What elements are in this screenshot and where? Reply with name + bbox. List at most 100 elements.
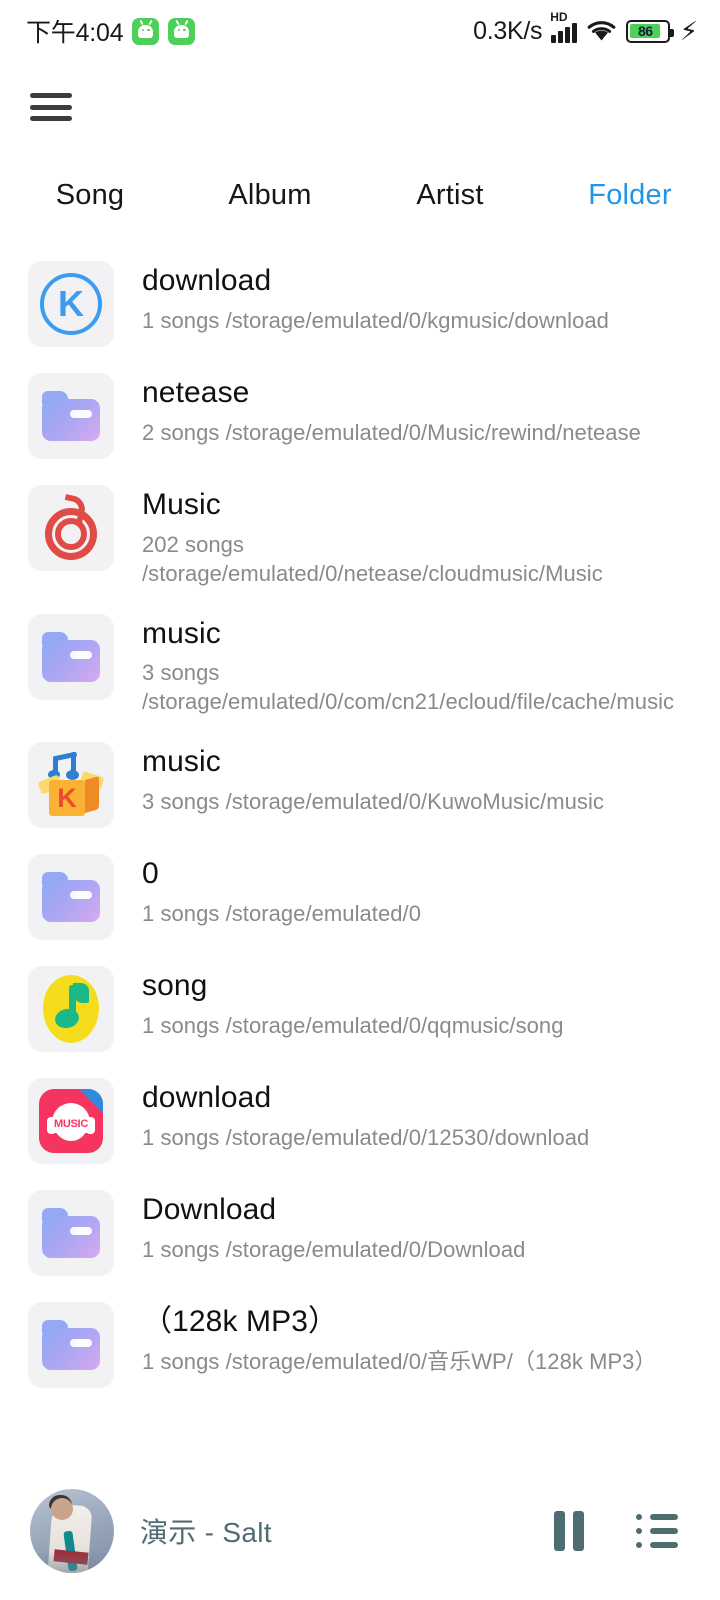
wifi-icon <box>586 19 617 43</box>
status-bar-left: 下午4:04 <box>26 13 196 49</box>
folder-name: Music <box>142 488 221 521</box>
folder-song-count: 3 songs <box>142 788 220 814</box>
folder-icon <box>42 1320 100 1371</box>
folder-info: music 3 songs /storage/emulated/0/com/cn… <box>114 614 720 717</box>
list-item[interactable]: （128k MP3） 1 songs /storage/emulated/0/音… <box>0 1289 720 1401</box>
folder-name: download <box>142 264 272 297</box>
folder-icon <box>42 872 100 923</box>
folder-name: music <box>142 616 221 650</box>
player-controls <box>554 1511 678 1551</box>
tab-album[interactable]: Album <box>180 179 360 212</box>
list-item[interactable]: netease 2 songs /storage/emulated/0/Musi… <box>0 360 720 472</box>
android-robot-icon <box>132 17 160 45</box>
folder-name: （128k MP3） <box>142 1305 339 1339</box>
folder-song-count: 202 songs <box>142 531 244 557</box>
folder-path: /storage/emulated/0/Music/rewind/netease <box>225 419 641 445</box>
folder-meta: 3 songs /storage/emulated/0/KuwoMusic/mu… <box>142 787 604 816</box>
folder-thumbnail <box>28 613 114 700</box>
app-screen: 下午4:04 0.3K/s HD 86 ⚡ Song Album Artist … <box>0 0 720 1600</box>
folder-meta: 2 songs /storage/emulated/0/Music/rewind… <box>142 418 641 447</box>
battery-level-label: 86 <box>630 23 661 39</box>
folder-info: netease 2 songs /storage/emulated/0/Musi… <box>114 373 663 447</box>
kugou-app-icon: K <box>40 273 102 335</box>
hamburger-menu-icon[interactable] <box>30 92 72 122</box>
android-robot-icon-2 <box>168 17 196 45</box>
folder-thumbnail: MUSIC <box>28 1078 114 1165</box>
folder-name: music <box>142 745 221 779</box>
list-item[interactable]: music 3 songs /storage/emulated/0/com/cn… <box>0 601 720 730</box>
folder-path: /storage/emulated/0/com/cn21/ecloud/file… <box>142 689 675 715</box>
music12530-app-icon: MUSIC <box>39 1089 103 1154</box>
list-item[interactable]: MUSIC download 1 songs /storage/emulated… <box>0 1065 720 1177</box>
folder-path: /storage/emulated/0 <box>225 900 421 926</box>
folder-song-count: 1 songs <box>142 1124 220 1150</box>
battery-icon: 86 <box>625 19 674 43</box>
folder-info: Music 202 songs /storage/emulated/0/nete… <box>114 485 720 588</box>
folder-meta: 1 songs /storage/emulated/0/Download <box>142 1235 525 1264</box>
folder-thumbnail <box>28 1302 114 1389</box>
folder-thumbnail <box>28 373 114 459</box>
folder-path: /storage/emulated/0/12530/download <box>225 1124 590 1150</box>
folder-thumbnail <box>28 966 114 1053</box>
folder-song-count: 1 songs <box>142 1348 220 1374</box>
playlist-icon[interactable] <box>636 1514 678 1548</box>
network-speed-label: 0.3K/s <box>473 16 543 45</box>
folder-list: K download 1 songs /storage/emulated/0/k… <box>0 238 720 1401</box>
folder-path: /storage/emulated/0/KuwoMusic/music <box>225 788 604 814</box>
tab-song[interactable]: Song <box>0 179 180 212</box>
folder-name: netease <box>142 376 250 409</box>
status-bar-right: 0.3K/s HD 86 ⚡ <box>473 10 698 47</box>
folder-path: /storage/emulated/0/Download <box>225 1236 526 1262</box>
folder-info: download 1 songs /storage/emulated/0/kgm… <box>114 261 631 335</box>
folder-meta: 1 songs /storage/emulated/0/12530/downlo… <box>142 1123 589 1152</box>
tab-folder[interactable]: Folder <box>540 179 720 212</box>
folder-meta: 1 songs /storage/emulated/0/qqmusic/song <box>142 1011 563 1040</box>
folder-thumbnail <box>28 485 114 571</box>
list-item[interactable]: K download 1 songs /storage/emulated/0/k… <box>0 248 720 360</box>
status-bar: 下午4:04 0.3K/s HD 86 ⚡ <box>0 0 720 62</box>
folder-song-count: 2 songs <box>142 419 220 445</box>
folder-name: download <box>142 1081 272 1115</box>
list-item[interactable]: Download 1 songs /storage/emulated/0/Dow… <box>0 1177 720 1289</box>
folder-info: 0 1 songs /storage/emulated/0 <box>114 854 443 928</box>
android-head-2 <box>174 24 190 38</box>
folder-song-count: 3 songs <box>142 660 220 686</box>
folder-meta: 3 songs /storage/emulated/0/com/cn21/ecl… <box>142 658 698 716</box>
status-time: 下午4:04 <box>26 19 124 47</box>
hd-label: HD <box>550 10 568 24</box>
folder-song-count: 1 songs <box>142 1236 220 1262</box>
tab-artist[interactable]: Artist <box>360 179 540 212</box>
folder-info: download 1 songs /storage/emulated/0/125… <box>114 1078 611 1152</box>
pause-icon[interactable] <box>554 1511 584 1551</box>
album-art[interactable] <box>30 1489 114 1573</box>
folder-info: music 3 songs /storage/emulated/0/KuwoMu… <box>114 742 626 816</box>
folder-path: /storage/emulated/0/音乐WP/（128k MP3） <box>225 1348 657 1374</box>
top-bar <box>0 62 720 152</box>
now-playing-bar[interactable]: 演示 - Salt <box>0 1462 720 1600</box>
list-item[interactable]: 0 1 songs /storage/emulated/0 <box>0 841 720 953</box>
folder-info: song 1 songs /storage/emulated/0/qqmusic… <box>114 966 585 1040</box>
tab-bar: Song Album Artist Folder <box>0 152 720 238</box>
qqmusic-app-icon <box>43 975 99 1044</box>
folder-info: Download 1 songs /storage/emulated/0/Dow… <box>114 1190 547 1264</box>
folder-meta: 1 songs /storage/emulated/0/kgmusic/down… <box>142 306 609 335</box>
folder-path: /storage/emulated/0/qqmusic/song <box>225 1012 564 1038</box>
folder-meta: 1 songs /storage/emulated/0/音乐WP/（128k M… <box>142 1347 657 1376</box>
folder-thumbnail <box>28 1190 114 1277</box>
folder-song-count: 1 songs <box>142 1012 220 1038</box>
folder-song-count: 1 songs <box>142 900 220 926</box>
folder-name: 0 <box>142 857 159 891</box>
folder-thumbnail: K <box>28 261 114 347</box>
netease-app-icon <box>39 493 103 560</box>
lightning-bolt-icon: ⚡ <box>679 15 698 46</box>
folder-thumbnail <box>28 854 114 941</box>
folder-song-count: 1 songs <box>142 307 220 333</box>
android-head <box>138 24 154 38</box>
folder-info: （128k MP3） 1 songs /storage/emulated/0/音… <box>114 1302 679 1376</box>
folder-name: Download <box>142 1193 277 1227</box>
list-item[interactable]: Music 202 songs /storage/emulated/0/nete… <box>0 472 720 601</box>
kuwo-app-icon: K <box>37 751 105 818</box>
list-item[interactable]: song 1 songs /storage/emulated/0/qqmusic… <box>0 953 720 1065</box>
signal-bars-icon: HD <box>550 10 577 43</box>
list-item[interactable]: K music 3 songs /storage/emulated/0/Kuwo… <box>0 729 720 841</box>
